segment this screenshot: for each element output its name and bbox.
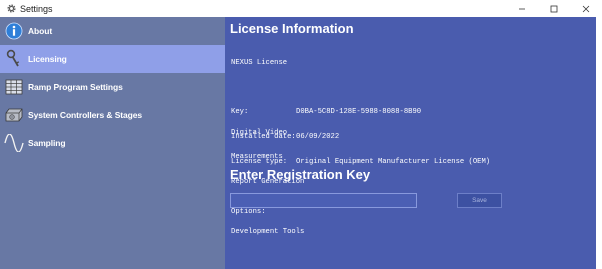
list-item: Digital Video bbox=[231, 128, 288, 137]
sidebar-item-label: About bbox=[28, 26, 53, 36]
sine-wave-icon bbox=[4, 133, 24, 153]
title-bar: Settings bbox=[0, 0, 602, 17]
license-type-value: Original Equipment Manufacturer License … bbox=[296, 158, 491, 167]
registration-key-input[interactable] bbox=[230, 193, 417, 208]
license-key-value: D0BA-5C8D-128E-5988-8088-8B90 bbox=[296, 108, 422, 117]
info-icon bbox=[4, 21, 24, 41]
sidebar-item-label: Sampling bbox=[28, 138, 66, 148]
sidebar-item-sampling[interactable]: Sampling bbox=[0, 129, 225, 157]
sidebar-item-licensing[interactable]: Licensing bbox=[0, 45, 225, 73]
window-title: Settings bbox=[20, 3, 53, 14]
table-icon bbox=[4, 77, 24, 97]
license-name: NEXUS License bbox=[231, 58, 288, 67]
settings-sidebar: About Licensing Ramp Program Settings Sy… bbox=[0, 17, 225, 269]
save-button[interactable]: Save bbox=[457, 193, 502, 208]
sidebar-item-ramp-program-settings[interactable]: Ramp Program Settings bbox=[0, 73, 225, 101]
minimize-icon[interactable] bbox=[506, 0, 538, 17]
list-item: Measurements bbox=[231, 153, 283, 162]
maximize-icon[interactable] bbox=[538, 0, 570, 17]
sidebar-item-label: Licensing bbox=[28, 54, 67, 64]
close-icon[interactable] bbox=[570, 0, 602, 17]
sidebar-item-label: System Controllers & Stages bbox=[28, 110, 142, 120]
sidebar-item-label: Ramp Program Settings bbox=[28, 82, 123, 92]
gear-icon bbox=[5, 3, 17, 15]
window-edge bbox=[596, 17, 602, 269]
license-options-list: Digital Video Measurements Report Genera… bbox=[231, 112, 304, 253]
license-information-heading: License Information bbox=[230, 21, 354, 36]
list-item: Development Tools bbox=[231, 228, 305, 237]
key-icon bbox=[4, 49, 24, 69]
licensing-panel: License Information NEXUS License Key: D… bbox=[225, 17, 596, 269]
enter-registration-key-heading: Enter Registration Key bbox=[230, 167, 371, 182]
sidebar-item-about[interactable]: About bbox=[0, 17, 225, 45]
sidebar-item-system-controllers-stages[interactable]: System Controllers & Stages bbox=[0, 101, 225, 129]
hard-drive-icon bbox=[4, 105, 24, 125]
